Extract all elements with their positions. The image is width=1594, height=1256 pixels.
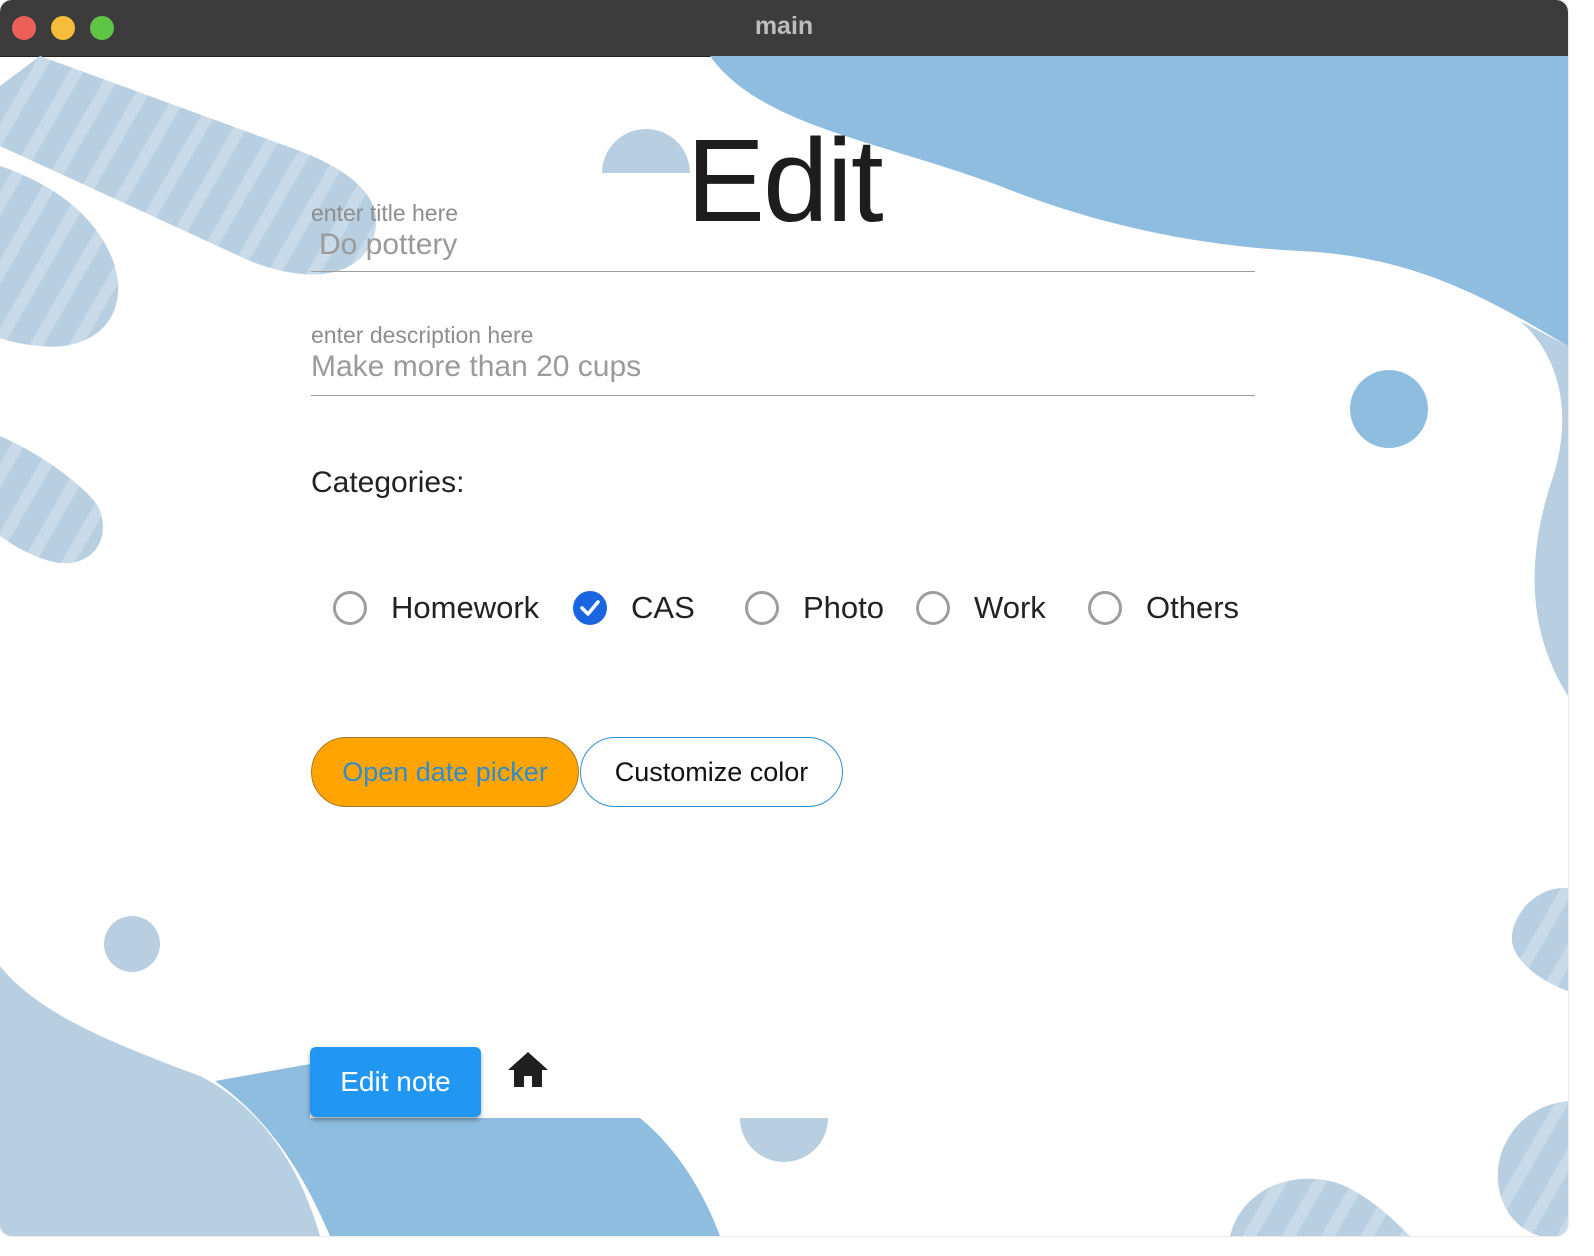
radio-circle-checked[interactable] (573, 591, 607, 625)
page-title: Edit (686, 115, 883, 247)
categories-label: Categories: (311, 466, 465, 499)
radio-work[interactable]: Work (916, 584, 1046, 632)
radio-circle[interactable] (745, 591, 779, 625)
check-icon (580, 600, 600, 616)
radio-label: Photo (803, 590, 885, 625)
open-date-picker-button[interactable]: Open date picker (311, 737, 579, 807)
radio-others[interactable]: Others (1088, 584, 1239, 632)
radio-circle[interactable] (1088, 591, 1122, 625)
radio-label: Homework (391, 590, 540, 625)
radio-circle[interactable] (916, 591, 950, 625)
page-canvas: enter title here Do pottery Edit enter d… (0, 56, 1568, 1236)
description-input[interactable]: Make more than 20 cups (311, 350, 641, 384)
radio-label: Work (974, 590, 1046, 625)
home-button[interactable] (506, 1050, 550, 1090)
app-window: main enter title here Do pottery Edit en… (0, 0, 1568, 1236)
edit-note-button[interactable]: Edit note (310, 1047, 481, 1117)
home-icon (508, 1052, 548, 1087)
radio-cas[interactable]: CAS (573, 584, 695, 632)
radio-label: CAS (631, 590, 695, 625)
window-title: main (754, 12, 814, 40)
description-field[interactable]: enter description here Make more than 20… (311, 322, 1255, 396)
radio-photo[interactable]: Photo (745, 584, 884, 632)
customize-color-button[interactable]: Customize color (580, 737, 843, 807)
title-bar: main (0, 0, 1568, 57)
radio-label: Others (1146, 590, 1240, 625)
description-field-label: enter description here (311, 322, 534, 348)
radio-circle[interactable] (333, 591, 367, 625)
radio-homework[interactable]: Homework (333, 584, 539, 632)
